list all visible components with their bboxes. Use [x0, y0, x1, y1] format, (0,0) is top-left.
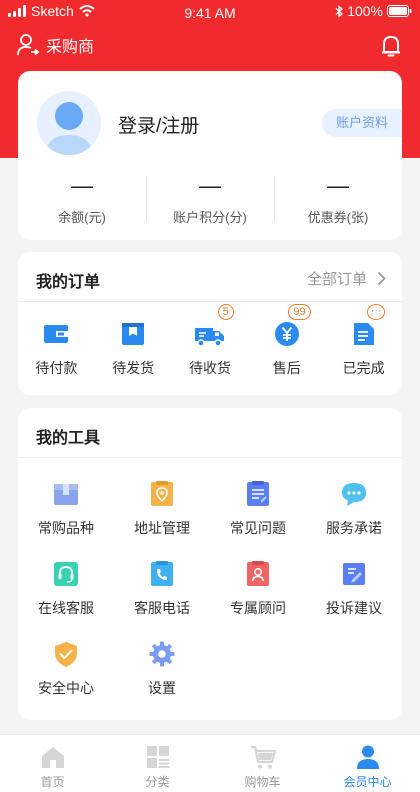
battery-percent: 100%: [347, 3, 383, 19]
member-icon: [355, 744, 381, 770]
order-status-label: 已完成: [342, 360, 385, 376]
box-icon: [52, 480, 80, 508]
package-icon: [119, 320, 147, 348]
account-type-switch[interactable]: 采购商: [16, 33, 94, 57]
tool-label: 在线客服: [38, 600, 94, 616]
orders-title: 我的订单: [36, 274, 101, 291]
notification-button[interactable]: [380, 34, 402, 63]
order-status-label: 待收货: [188, 360, 231, 376]
account-type-label: 采购商: [46, 39, 95, 56]
tool-service-hotline[interactable]: 客服电话: [114, 560, 210, 640]
system-status: 100%: [335, 3, 412, 19]
all-orders-link[interactable]: 全部订单: [307, 268, 386, 289]
order-count-badge: 5: [217, 304, 234, 320]
tool-label: 常购品种: [38, 520, 94, 536]
tab-label: 会员中心: [343, 775, 392, 789]
wallet-icon: [42, 320, 70, 348]
tool-address-management[interactable]: 地址管理: [114, 480, 210, 560]
tool-label: 服务承诺: [326, 520, 382, 536]
tools-title: 我的工具: [36, 430, 101, 447]
stat-value: —: [327, 173, 349, 198]
account-info-button[interactable]: 账户资料: [322, 109, 402, 137]
profile-card: 登录/注册 账户资料 — 余额(元) — 账户积分(分) — 优惠券(张): [18, 71, 402, 240]
stat-label: 账户积分(分): [173, 210, 247, 225]
battery-icon: [387, 5, 412, 17]
my-orders-card: 我的订单 全部订单 待付款 待发货 5 待收货 99 售后 ··· 已完成: [18, 252, 402, 395]
order-status-label: 待发货: [112, 360, 155, 376]
tool-online-support[interactable]: 在线客服: [18, 560, 114, 640]
advisor-icon: [244, 560, 272, 588]
tab-category[interactable]: 分类: [105, 735, 210, 792]
phone-icon: [148, 560, 176, 588]
order-status-row: 待付款 待发货 5 待收货 99 售后 ··· 已完成: [18, 304, 402, 378]
home-icon: [40, 744, 66, 770]
tool-label: 安全中心: [38, 680, 94, 696]
tool-service-promise[interactable]: 服务承诺: [306, 480, 402, 560]
tool-label: 客服电话: [134, 600, 190, 616]
orders-header: 我的订单 全部订单: [18, 252, 402, 302]
tool-label: 专属顾问: [230, 600, 286, 616]
top-bar: 采购商: [0, 28, 420, 68]
stat-value: —: [199, 173, 221, 198]
yen-coin-icon: [273, 320, 301, 348]
category-icon: [145, 744, 171, 770]
status-bar: Sketch 9:41 AM 100%: [0, 0, 420, 26]
location-card-icon: [148, 480, 176, 508]
tool-label: 投诉建议: [326, 600, 382, 616]
shield-icon: [52, 640, 80, 668]
tool-label: 设置: [148, 680, 176, 696]
user-switch-icon: [17, 34, 40, 56]
tab-cart[interactable]: 购物车: [210, 735, 315, 792]
stat-value: —: [71, 173, 93, 198]
tab-home[interactable]: 首页: [0, 735, 105, 792]
tool-settings[interactable]: 设置: [114, 640, 210, 720]
headset-icon: [52, 560, 80, 588]
my-tools-card: 我的工具 常购品种 地址管理 常见问题 服务承诺 在线客服 客服电话 专属顾问 …: [18, 408, 402, 720]
tool-dedicated-advisor[interactable]: 专属顾问: [210, 560, 306, 640]
edit-icon: [340, 560, 368, 588]
order-pending-payment[interactable]: 待付款: [18, 320, 95, 378]
cart-icon: [250, 744, 276, 770]
tool-faq[interactable]: 常见问题: [210, 480, 306, 560]
all-orders-label: 全部订单: [306, 271, 367, 288]
stat-balance[interactable]: — 余额(元): [18, 175, 146, 227]
tab-member-center[interactable]: 会员中心: [315, 735, 420, 792]
order-after-sales[interactable]: 99 售后: [248, 304, 325, 378]
bell-icon: [382, 36, 400, 57]
bottom-tab-bar: 首页 分类 购物车 会员中心: [0, 734, 420, 792]
gear-icon: [148, 640, 176, 668]
tools-grid: 常购品种 地址管理 常见问题 服务承诺 在线客服 客服电话 专属顾问 投诉建议 …: [18, 480, 402, 720]
order-pending-receipt[interactable]: 5 待收货: [172, 304, 249, 378]
bluetooth-icon: [335, 4, 344, 18]
order-pending-shipment[interactable]: 待发货: [95, 320, 172, 378]
tab-label: 首页: [40, 775, 65, 789]
tool-label: 地址管理: [134, 520, 190, 536]
account-stats: — 余额(元) — 账户积分(分) — 优惠券(张): [18, 175, 402, 227]
clipboard-icon: [244, 480, 272, 508]
tool-complaints[interactable]: 投诉建议: [306, 560, 402, 640]
order-completed[interactable]: ··· 已完成: [325, 304, 402, 378]
tab-label: 购物车: [244, 775, 281, 789]
tool-security-center[interactable]: 安全中心: [18, 640, 114, 720]
document-icon: [350, 320, 378, 348]
tools-header: 我的工具: [18, 408, 402, 458]
avatar[interactable]: [37, 91, 101, 155]
tool-frequent-items[interactable]: 常购品种: [18, 480, 114, 560]
truck-icon: [194, 320, 224, 348]
stat-label: 余额(元): [58, 210, 106, 225]
order-status-label: 待付款: [35, 360, 78, 376]
more-badge: ···: [367, 304, 386, 320]
stat-coupons[interactable]: — 优惠券(张): [274, 175, 402, 227]
login-register-link[interactable]: 登录/注册: [118, 111, 199, 138]
chevron-right-icon: [377, 271, 386, 286]
order-count-badge: 99: [288, 304, 311, 320]
tab-label: 分类: [145, 775, 170, 789]
default-avatar-icon: [45, 102, 93, 155]
tool-label: 常见问题: [230, 520, 286, 536]
order-status-label: 售后: [272, 360, 301, 376]
chat-bubble-icon: [340, 480, 368, 508]
stat-points[interactable]: — 账户积分(分): [146, 175, 274, 227]
stat-label: 优惠券(张): [307, 210, 369, 225]
